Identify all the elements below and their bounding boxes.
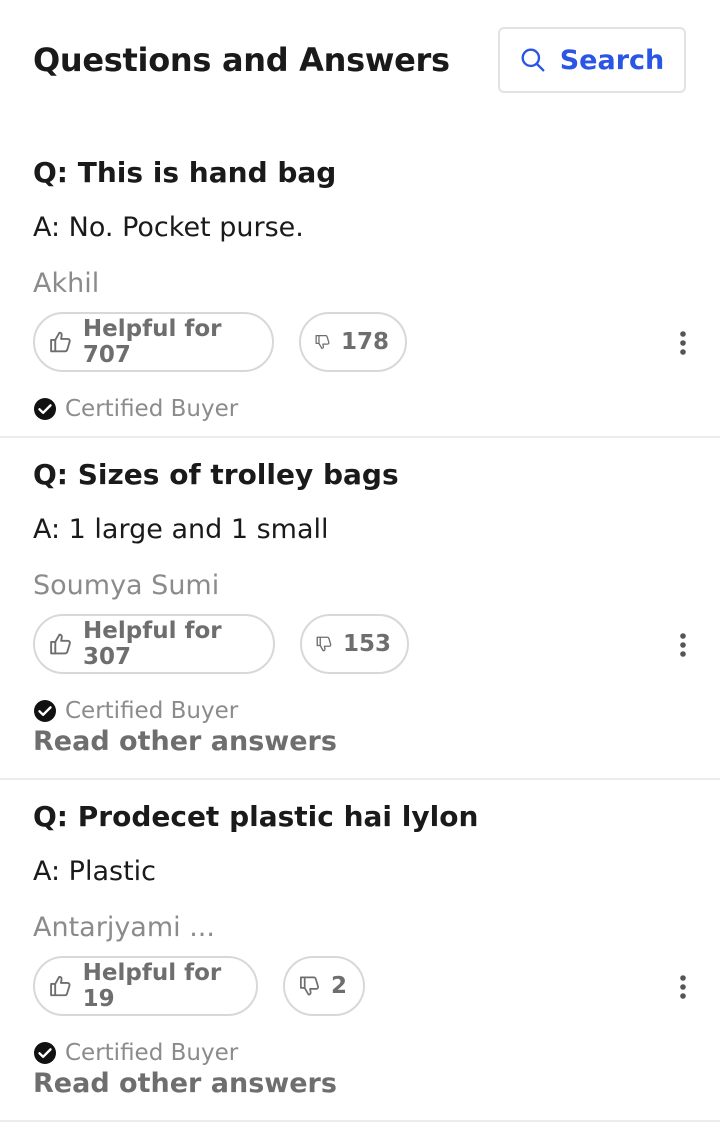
helpful-count: Helpful for 707 xyxy=(82,316,222,368)
search-button[interactable]: Search xyxy=(498,27,686,93)
helpful-count: Helpful for 307 xyxy=(83,618,222,670)
not-helpful-count: 153 xyxy=(342,631,391,657)
author-name: Akhil xyxy=(33,268,100,299)
check-circle-icon xyxy=(34,1042,56,1064)
not-helpful-button[interactable]: 178 xyxy=(299,312,407,372)
answer-text: A: Plastic xyxy=(33,856,157,887)
question-text: Q: This is hand bag xyxy=(33,156,337,189)
certified-buyer: Certified Buyer xyxy=(33,396,238,422)
not-helpful-count: 2 xyxy=(330,973,347,999)
check-circle-icon xyxy=(34,398,56,420)
more-vertical-icon[interactable] xyxy=(676,329,690,357)
check-circle-icon xyxy=(34,700,56,722)
search-label: Search xyxy=(559,44,665,76)
not-helpful-count: 178 xyxy=(340,329,389,355)
not-helpful-button[interactable]: 2 xyxy=(283,956,365,1016)
certified-buyer: Certified Buyer xyxy=(33,1040,238,1066)
qa-item: Q: This is hand bag A: No. Pocket purse.… xyxy=(0,120,720,438)
question-text: Q: Sizes of trolley bags xyxy=(33,458,399,491)
certified-label: Certified Buyer xyxy=(65,1040,239,1066)
certified-buyer: Certified Buyer xyxy=(33,698,238,724)
answer-text: A: No. Pocket purse. xyxy=(33,212,304,243)
author-name: Soumya Sumi xyxy=(33,570,220,601)
certified-label: Certified Buyer xyxy=(65,698,239,724)
question-text: Q: Prodecet plastic hai lylon xyxy=(33,800,479,833)
helpful-button[interactable]: Helpful for 19 xyxy=(33,956,258,1016)
thumbs-down-icon xyxy=(315,334,330,350)
helpful-button[interactable]: Helpful for 707 xyxy=(33,312,274,372)
answer-text: A: 1 large and 1 small xyxy=(33,514,329,545)
thumbs-up-icon xyxy=(50,975,71,997)
helpful-count: Helpful for 19 xyxy=(82,960,222,1012)
more-vertical-icon[interactable] xyxy=(676,631,690,659)
certified-label: Certified Buyer xyxy=(65,396,239,422)
author-name: Antarjyami ... xyxy=(33,912,215,943)
not-helpful-button[interactable]: 153 xyxy=(300,614,409,674)
thumbs-up-icon xyxy=(50,633,71,655)
qa-item: Q: Prodecet plastic hai lylon A: Plastic… xyxy=(0,780,720,1122)
qa-item: Q: Sizes of trolley bags A: 1 large and … xyxy=(0,438,720,780)
thumbs-down-icon xyxy=(316,636,332,652)
page-title: Questions and Answers xyxy=(33,41,450,79)
more-vertical-icon[interactable] xyxy=(676,973,690,1001)
thumbs-down-icon xyxy=(300,976,319,996)
search-icon xyxy=(521,48,545,72)
read-other-answers-link[interactable]: Read other answers xyxy=(33,726,337,757)
read-other-answers-link[interactable]: Read other answers xyxy=(33,1068,337,1099)
thumbs-up-icon xyxy=(50,331,71,353)
helpful-button[interactable]: Helpful for 307 xyxy=(33,614,275,674)
qa-header: Questions and Answers Search xyxy=(0,0,720,120)
